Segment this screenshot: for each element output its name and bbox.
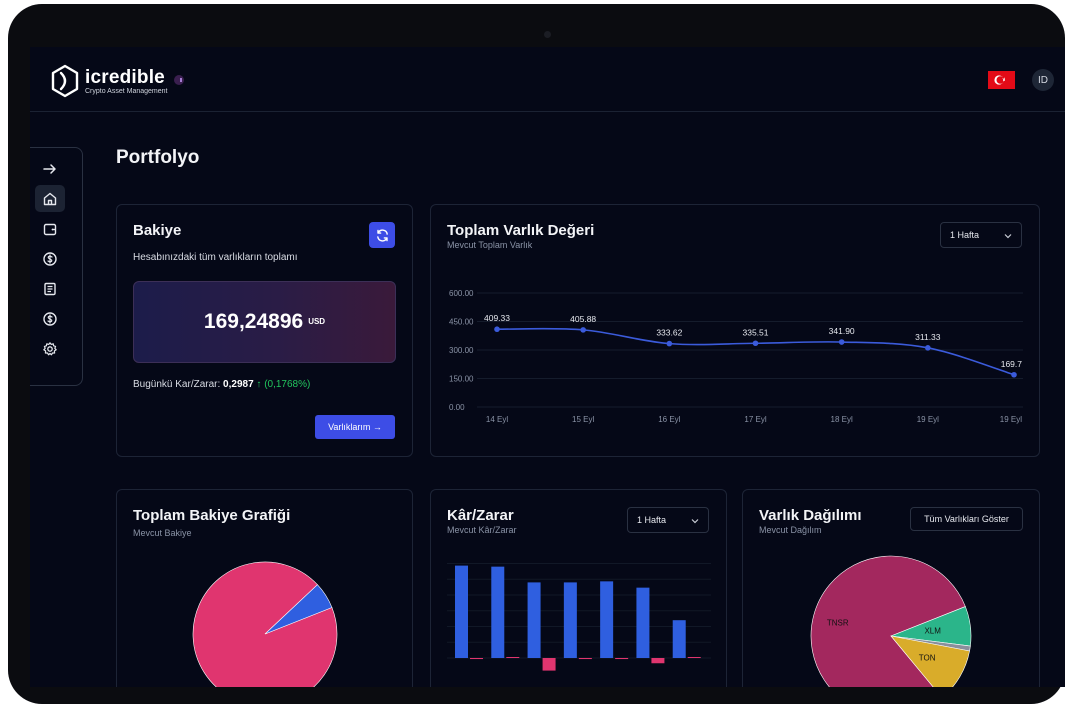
- pnl-chart: [447, 563, 711, 671]
- gear-icon: [43, 341, 57, 355]
- balance-amount: 169,24896 USD: [134, 310, 395, 334]
- pie-slice-label: TON: [919, 653, 936, 662]
- logo-text: icredible Crypto Asset Management: [85, 68, 168, 95]
- pie-slice-label: XLM: [924, 627, 941, 636]
- x-tick-label: 14 Eyl: [486, 415, 508, 424]
- data-point: [925, 345, 931, 351]
- pnl-bar: [455, 565, 468, 658]
- x-tick-label: 15 Eyl: [572, 415, 594, 424]
- data-label: 335.51: [743, 327, 769, 337]
- sidebar-item-finance[interactable]: [35, 245, 65, 272]
- app-screen: icredible Crypto Asset Management ID Por…: [30, 47, 1065, 687]
- refresh-button[interactable]: [369, 222, 395, 248]
- data-point: [494, 326, 500, 333]
- pnl-card: Kâr/Zarar Mevcut Kâr/Zarar 1 Hafta: [430, 489, 727, 687]
- sidebar-item-home[interactable]: [35, 185, 65, 212]
- pnl-bar: [687, 657, 701, 658]
- x-tick-label: 16 Eyl: [658, 415, 680, 424]
- balance-display: 169,24896 USD: [133, 281, 396, 363]
- pnl-bar: [636, 587, 650, 658]
- my-assets-button[interactable]: Varlıklarım →: [315, 415, 395, 439]
- total-value-card: Toplam Varlık Değeri Mevcut Toplam Varlı…: [430, 204, 1040, 457]
- distribution-card: Varlık Dağılımı Mevcut Dağılım Tüm Varlı…: [742, 489, 1040, 687]
- user-avatar-button[interactable]: ID: [1032, 69, 1054, 91]
- data-label: 409.33: [484, 313, 510, 323]
- sidebar-expand-button[interactable]: [35, 155, 65, 182]
- x-tick-label: 19 Eyl: [917, 415, 939, 424]
- refresh-icon: [376, 228, 388, 242]
- asset-distribution-chart: TNSR XLM TON: [810, 555, 972, 687]
- y-tick-label: 450.00: [449, 318, 474, 327]
- balance-value: 169,24896: [203, 310, 304, 333]
- camera-dot: [544, 31, 551, 38]
- data-label: 405.88: [570, 314, 596, 324]
- page-title: Portfolyo: [116, 147, 200, 168]
- pnl-bar: [672, 620, 686, 658]
- pie-slice: [192, 561, 338, 687]
- turkish-flag-icon[interactable]: [988, 71, 1015, 89]
- pnl-bar: [527, 582, 541, 658]
- daily-pnl-label: Bugünkü Kar/Zarar:: [133, 379, 221, 390]
- device-frame: icredible Crypto Asset Management ID Por…: [8, 4, 1065, 704]
- x-tick-label: 19 Eyl: [1000, 415, 1022, 424]
- data-label: 333.62: [656, 328, 682, 338]
- balance-card: Bakiye Hesabınızdaki tüm varlıkların top…: [116, 204, 413, 457]
- sidebar-item-reports[interactable]: [35, 275, 65, 302]
- y-tick-label: 150.00: [449, 375, 474, 384]
- data-label: 169.7: [1001, 359, 1023, 369]
- pnl-bar: [600, 581, 614, 658]
- x-tick-label: 17 Eyl: [744, 415, 766, 424]
- pie-slice-label: TNSR: [827, 618, 849, 627]
- y-tick-label: 600.00: [449, 289, 474, 298]
- data-point: [1011, 371, 1017, 378]
- brand-name: icredible: [85, 66, 165, 88]
- total-balance-chart: [192, 561, 338, 687]
- arrow-right-icon: [43, 163, 56, 174]
- pnl-bar: [491, 566, 505, 658]
- document-icon: [44, 282, 56, 295]
- status-dot-icon: [173, 75, 184, 85]
- daily-pnl-change: ↑ (0,1768%): [256, 379, 311, 390]
- daily-pnl: Bugünkü Kar/Zarar: 0,2987 ↑ (0,1768%): [133, 379, 310, 390]
- y-tick-label: 0.00: [449, 403, 465, 412]
- home-icon: [43, 192, 57, 205]
- pnl-bar: [542, 658, 556, 671]
- balance-title: Bakiye: [133, 222, 182, 239]
- logo-mark-icon: [51, 64, 79, 98]
- dollar-circle-icon: [43, 251, 57, 266]
- data-point: [838, 339, 845, 345]
- sidebar: [30, 147, 83, 386]
- dollar-circle-icon: [43, 311, 57, 326]
- balance-currency: USD: [308, 317, 326, 326]
- pnl-bar: [578, 658, 592, 660]
- wallet-icon: [43, 223, 57, 235]
- data-label: 311.33: [915, 332, 941, 342]
- pnl-bar: [470, 658, 483, 660]
- data-label: 341.90: [829, 326, 855, 336]
- pnl-bar: [506, 657, 520, 658]
- pnl-bar: [563, 582, 577, 658]
- total-balance-card: Toplam Bakiye Grafiği Mevcut Bakiye: [116, 489, 413, 687]
- total-value-chart: 0.00 150.00 300.00 450.00 600.00 409.33 14 Eyl…: [449, 289, 1023, 424]
- data-point: [666, 340, 673, 347]
- brand-tagline: Crypto Asset Management: [85, 87, 168, 95]
- pnl-bar: [615, 658, 629, 660]
- y-tick-label: 300.00: [449, 346, 474, 355]
- sidebar-item-settings[interactable]: [35, 335, 65, 362]
- top-bar: icredible Crypto Asset Management ID: [30, 47, 1065, 112]
- sidebar-item-wallet[interactable]: [35, 215, 65, 242]
- data-point: [752, 340, 759, 347]
- brand-logo[interactable]: icredible Crypto Asset Management: [50, 64, 184, 98]
- sidebar-item-transactions[interactable]: [35, 305, 65, 332]
- x-tick-label: 18 Eyl: [831, 415, 853, 424]
- pnl-bar: [651, 658, 665, 664]
- data-point: [580, 327, 586, 333]
- balance-description: Hesabınızdaki tüm varlıkların toplamı: [133, 252, 298, 263]
- daily-pnl-value: 0,2987: [223, 379, 254, 390]
